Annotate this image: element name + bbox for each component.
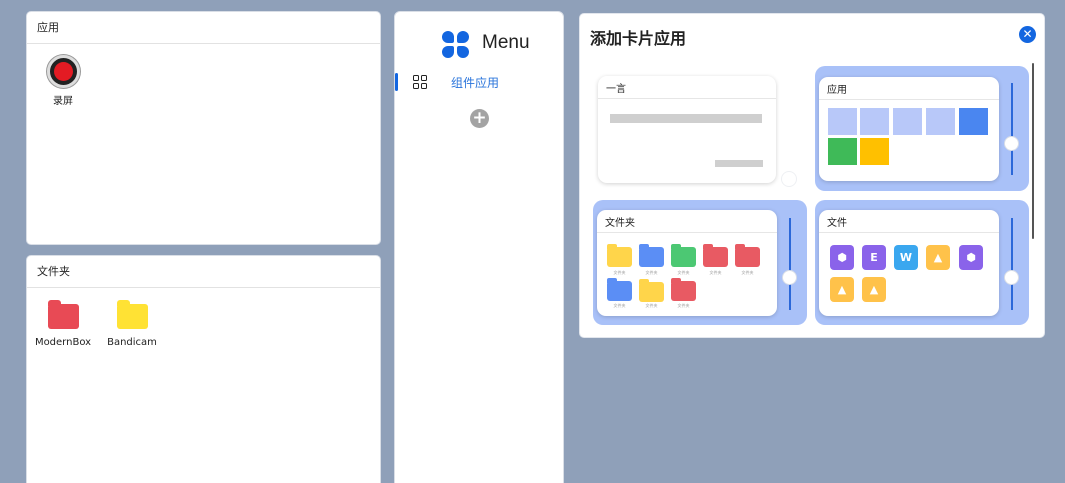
card-apps: 应用 xyxy=(819,77,999,181)
size-slider-track[interactable] xyxy=(1011,218,1013,310)
folder-icon xyxy=(116,300,148,329)
app-tile xyxy=(893,108,922,135)
card-title: 应用 xyxy=(819,77,999,100)
active-indicator xyxy=(395,73,398,91)
folder-icon xyxy=(47,300,79,329)
image-icon: ▲ xyxy=(830,277,854,302)
card-folders: 文件夹 文件夹 文件夹 文件夹 文件夹 文件夹 文件夹 文件夹 文件夹 xyxy=(597,210,777,316)
folder-icon xyxy=(703,244,728,267)
plus-icon[interactable]: + xyxy=(470,109,489,128)
folder-caption: 文件夹 xyxy=(645,270,658,275)
record-icon xyxy=(46,55,80,88)
folder-caption: 文件夹 xyxy=(741,270,754,275)
folder-panel: 文件夹 ModernBox Bandicam xyxy=(26,255,381,483)
folder-caption: 文件夹 xyxy=(613,270,626,275)
card-title: 文件 xyxy=(819,210,999,233)
app-tile xyxy=(828,138,857,165)
card-slot-yiyan[interactable]: 一言 xyxy=(593,66,807,191)
grid-icon[interactable] xyxy=(413,75,427,89)
card-slot-files[interactable]: 文件 ⬢ E W ▲ ⬢ ▲ ▲ xyxy=(815,200,1029,325)
size-slider-knob[interactable] xyxy=(1004,270,1019,285)
size-slider-track[interactable] xyxy=(1011,83,1013,175)
app-tile xyxy=(959,108,988,135)
desktop-item-modernbox[interactable]: ModernBox xyxy=(33,300,93,348)
menu-title: Menu xyxy=(482,32,530,53)
desktop-item-label: Bandicam xyxy=(107,337,157,348)
apps-panel: 应用 录屏 xyxy=(26,11,381,245)
app-tile xyxy=(860,108,889,135)
size-slider-knob[interactable] xyxy=(1004,136,1019,151)
author-placeholder-bar xyxy=(715,160,763,167)
dialog-scrollbar[interactable] xyxy=(1032,63,1034,239)
folder-icon xyxy=(639,244,664,267)
folder-icon xyxy=(671,278,696,301)
menu-logo-icon xyxy=(442,31,470,59)
folder-icon xyxy=(671,244,696,267)
folder-caption: 文件夹 xyxy=(677,303,690,308)
card-title: 文件夹 xyxy=(597,210,777,233)
size-slider-knob[interactable] xyxy=(782,270,797,285)
folder-caption: 文件夹 xyxy=(709,270,722,275)
app-tile xyxy=(860,138,889,165)
card-title: 一言 xyxy=(598,76,776,99)
app-tile xyxy=(828,108,857,135)
menu-panel: Menu 组件应用 + xyxy=(394,11,564,483)
card-slot-apps[interactable]: 应用 xyxy=(815,66,1029,191)
folder-icon xyxy=(639,279,664,302)
close-icon[interactable]: ✕ xyxy=(1019,26,1036,43)
apps-panel-title: 应用 xyxy=(27,12,380,44)
desktop-item-recorder[interactable]: 录屏 xyxy=(33,55,93,107)
image-icon: ▲ xyxy=(926,245,950,270)
size-slider-track[interactable] xyxy=(789,218,791,310)
add-card-dialog: 添加卡片应用 ✕ 一言 应用 文件夹 文件夹 文件夹 文件夹 文件夹 文件夹 文… xyxy=(579,13,1045,338)
folder-icon xyxy=(735,244,760,267)
cube-icon: ⬢ xyxy=(830,245,854,270)
folder-icon xyxy=(607,278,632,301)
folder-icon xyxy=(607,244,632,267)
folder-caption: 文件夹 xyxy=(677,270,690,275)
card-slot-folders[interactable]: 文件夹 文件夹 文件夹 文件夹 文件夹 文件夹 文件夹 文件夹 文件夹 xyxy=(593,200,807,325)
dialog-title: 添加卡片应用 xyxy=(590,29,687,48)
desktop-item-label: 录屏 xyxy=(53,96,73,107)
app-tile xyxy=(926,108,955,135)
folder-panel-title: 文件夹 xyxy=(27,256,380,288)
desktop-item-bandicam[interactable]: Bandicam xyxy=(102,300,162,348)
folder-caption: 文件夹 xyxy=(613,303,626,308)
cube-icon: ⬢ xyxy=(959,245,983,270)
folder-caption: 文件夹 xyxy=(645,303,658,308)
wps-icon: W xyxy=(894,245,918,270)
desktop-item-label: ModernBox xyxy=(34,337,92,348)
card-files: 文件 ⬢ E W ▲ ⬢ ▲ ▲ xyxy=(819,210,999,316)
letter-e-icon: E xyxy=(862,245,886,270)
menu-item-component-apps[interactable]: 组件应用 xyxy=(451,74,499,91)
card-yiyan: 一言 xyxy=(598,76,776,183)
slider-knob[interactable] xyxy=(781,171,797,187)
text-placeholder-bar xyxy=(610,114,762,123)
image-icon: ▲ xyxy=(862,277,886,302)
